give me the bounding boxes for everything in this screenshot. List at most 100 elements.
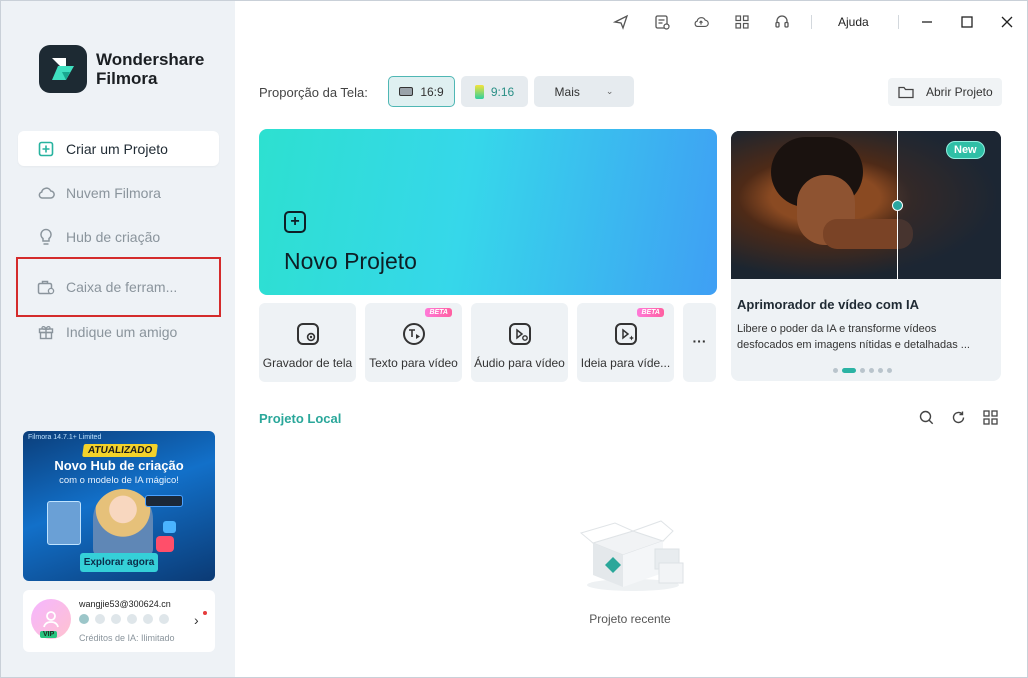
screen-recorder-icon — [297, 323, 319, 345]
open-project-button[interactable]: Abrir Projeto — [888, 78, 1002, 106]
aspect-16-9-button[interactable]: 16:9 — [388, 76, 455, 107]
pager-dot[interactable] — [833, 368, 838, 373]
folder-icon — [898, 86, 914, 99]
coin-icon — [111, 614, 121, 624]
filmora-logo-icon — [39, 45, 87, 93]
feature-description: Libere o poder da IA e transforme vídeos… — [737, 323, 970, 351]
sidebar-nav: Criar um Projeto Nuvem Filmora Hub de cr… — [16, 131, 221, 358]
help-menu[interactable]: Ajuda — [838, 15, 869, 29]
aspect-ratio-label: Proporção da Tela: — [259, 85, 368, 100]
plus-square-icon — [37, 140, 55, 158]
sidebar-item-indique-amigo[interactable]: Indique um amigo — [18, 314, 219, 349]
send-icon[interactable] — [613, 14, 629, 30]
sidebar-item-label: Criar um Projeto — [66, 140, 168, 157]
landscape-icon — [399, 87, 414, 96]
promo-subline: com o modelo de IA mágico! — [59, 475, 179, 486]
refresh-icon[interactable] — [950, 409, 966, 425]
open-project-label: Abrir Projeto — [926, 85, 993, 99]
aspect-more-label: Mais — [554, 84, 580, 99]
idea-to-video-icon — [615, 323, 637, 345]
thumbs-up-icon — [163, 521, 176, 533]
promo-badge: ATUALIZADO — [82, 444, 159, 457]
promo-headline: Novo Hub de criação — [54, 458, 184, 473]
pager-dot[interactable] — [860, 368, 865, 373]
portrait-icon — [474, 84, 484, 99]
maximize-button[interactable] — [958, 13, 976, 31]
beta-badge: BETA — [425, 308, 452, 317]
close-button[interactable] — [998, 13, 1016, 31]
user-email: wangjie53@300624.cn — [79, 599, 171, 609]
notification-dot — [203, 611, 207, 615]
user-card[interactable]: VIP wangjie53@300624.cn Créditos de IA: … — [23, 590, 215, 652]
titlebar-divider — [898, 15, 899, 29]
feature-card-ai-video-enhancer[interactable]: New Aprimorador de vídeo com IA Libere o… — [731, 131, 1001, 381]
coin-icon — [95, 614, 105, 624]
promo-explore-button[interactable]: Explorar agora — [80, 553, 158, 572]
sidebar-item-hub-criacao[interactable]: Hub de criação — [18, 219, 219, 254]
app-brand: Wondershare Filmora — [96, 50, 204, 88]
tool-screen-recorder[interactable]: Gravador de tela — [259, 303, 356, 382]
cloud-icon — [37, 184, 55, 202]
sidebar-item-label: Hub de criação — [66, 228, 161, 245]
aspect-9-16-button[interactable]: 9:16 — [461, 76, 528, 107]
tool-idea-to-video[interactable]: BETA Ideia para víde... — [577, 303, 674, 382]
new-project-card[interactable]: + Novo Projeto — [259, 129, 717, 295]
brand-line-1: Wondershare — [96, 50, 205, 69]
coin-icon — [159, 614, 169, 624]
tool-text-to-video[interactable]: BETA Texto para vídeo — [365, 303, 462, 382]
app-logo: Wondershare Filmora — [39, 45, 204, 93]
text-to-video-icon — [403, 323, 425, 345]
tool-audio-to-video[interactable]: Áudio para vídeo — [471, 303, 568, 382]
grid-apps-icon[interactable] — [734, 14, 750, 30]
toolbox-icon — [37, 278, 55, 296]
aspect-more-dropdown[interactable]: Mais ⌄ — [534, 76, 634, 107]
feature-preview-image: New — [731, 131, 1001, 279]
promo-creator-hub-chip — [145, 495, 183, 507]
pager-dot-active[interactable] — [842, 368, 856, 373]
titlebar-divider — [811, 15, 812, 29]
plus-square-icon: + — [284, 211, 306, 233]
sidebar-item-label: Nuvem Filmora — [66, 184, 161, 201]
aspect-9-16-label: 9:16 — [490, 84, 515, 99]
empty-box-illustration — [575, 513, 687, 593]
chevron-down-icon: ⌄ — [605, 86, 614, 96]
beta-badge: BETA — [637, 308, 664, 317]
app-window: Wondershare Filmora Criar um Projeto Nuv… — [0, 0, 1028, 678]
pager-dot[interactable] — [887, 368, 892, 373]
tool-label: Gravador de tela — [262, 356, 353, 370]
pager-dot[interactable] — [869, 368, 874, 373]
sidebar-item-criar-projeto[interactable]: Criar um Projeto — [18, 131, 219, 166]
tool-label: Áudio para vídeo — [474, 356, 565, 370]
headset-icon[interactable] — [774, 14, 790, 30]
grid-view-icon[interactable] — [982, 409, 998, 425]
cloud-upload-icon[interactable] — [693, 14, 709, 30]
coin-icon — [79, 614, 89, 624]
ai-credits: Créditos de IA: Ilimitado — [79, 633, 175, 643]
coin-icon — [127, 614, 137, 624]
carousel-pager — [833, 368, 892, 373]
tool-label: Texto para vídeo — [369, 356, 458, 370]
feature-title: Aprimorador de vídeo com IA — [737, 297, 920, 312]
local-project-title: Projeto Local — [259, 411, 342, 426]
minimize-button[interactable] — [918, 13, 936, 31]
gift-icon — [37, 323, 55, 341]
more-icon: ··· — [692, 333, 707, 349]
search-icon[interactable] — [918, 409, 934, 425]
sidebar: Wondershare Filmora Criar um Projeto Nuv… — [1, 1, 235, 677]
chevron-right-icon[interactable]: › — [194, 612, 199, 628]
sidebar-item-label: Indique um amigo — [66, 323, 178, 340]
brand-line-2: Filmora — [96, 69, 158, 88]
compare-slider-handle[interactable] — [892, 200, 903, 211]
task-list-icon[interactable] — [654, 14, 670, 30]
pager-dot[interactable] — [878, 368, 883, 373]
credit-coins — [79, 614, 169, 624]
promo-banner[interactable]: Filmora 14.7.1+ Limited ATUALIZADO Novo … — [23, 431, 215, 581]
coin-icon — [143, 614, 153, 624]
sidebar-item-nuvem-filmora[interactable]: Nuvem Filmora — [18, 175, 219, 210]
heart-icon — [156, 536, 174, 552]
promo-tag: Filmora 14.7.1+ Limited — [28, 434, 102, 441]
sidebar-item-caixa-ferramentas[interactable]: Caixa de ferram... — [16, 257, 221, 317]
promo-thumbnail-image — [47, 501, 81, 545]
new-badge: New — [946, 141, 985, 159]
tools-more-button[interactable]: ··· — [683, 303, 716, 382]
